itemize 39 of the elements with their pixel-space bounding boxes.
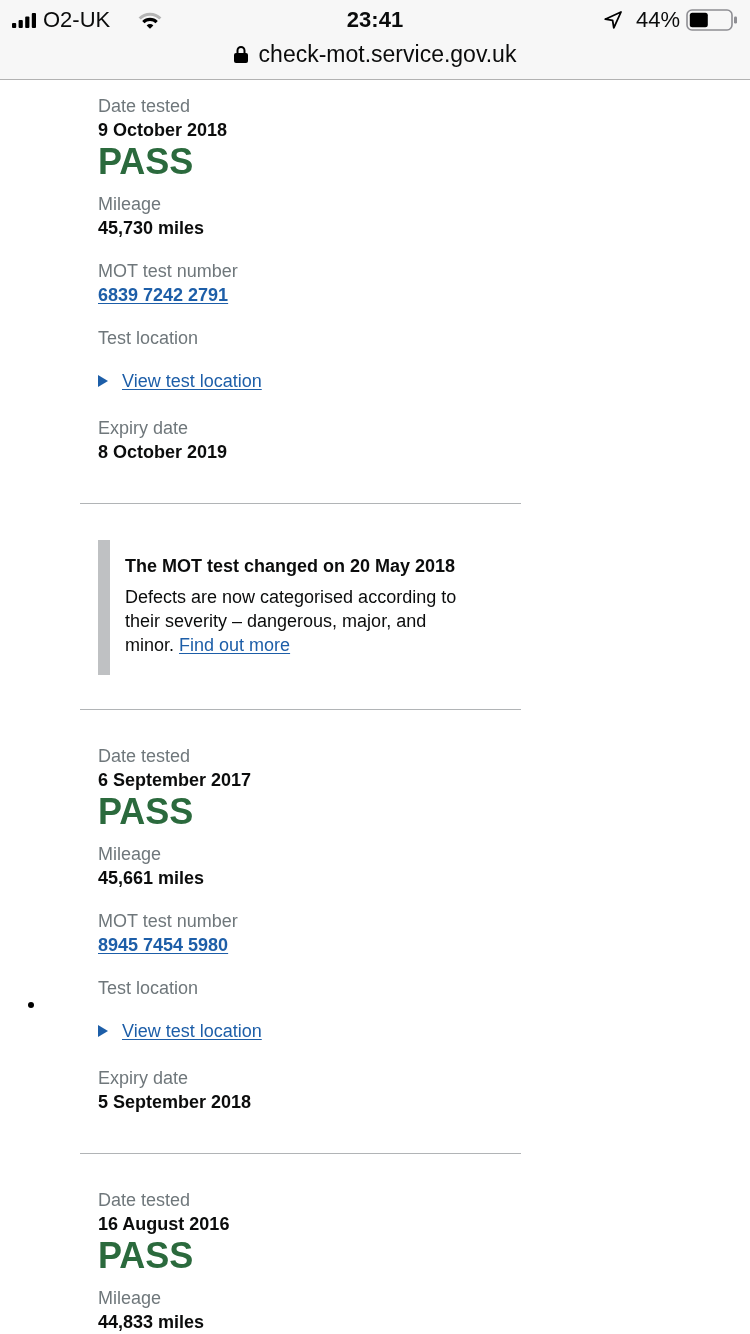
test-number-link[interactable]: 6839 7242 2791 bbox=[98, 283, 229, 307]
field-value: 44,833 miles bbox=[98, 1311, 205, 1334]
field-label: Test location bbox=[98, 327, 199, 350]
field-label: Date tested bbox=[98, 745, 191, 768]
test-number-link[interactable]: 8945 7454 5980 bbox=[98, 933, 229, 957]
notice-title: The MOT test changed on 20 May 2018 bbox=[125, 555, 456, 578]
notice-text: Defects are now categorised according to their severity – dangerous, major, and minor. Find out more bbox=[125, 586, 458, 657]
result-status: PASS bbox=[98, 1236, 194, 1276]
field-value: 16 August 2016 bbox=[98, 1213, 230, 1236]
signal-icon bbox=[12, 12, 36, 28]
field-label: Mileage bbox=[98, 843, 162, 866]
battery-percentage: 44% bbox=[635, 7, 680, 33]
field-label: Mileage bbox=[98, 1287, 162, 1310]
lock-icon bbox=[233, 45, 248, 63]
result-status: PASS bbox=[98, 792, 194, 832]
find-out-more-link[interactable]: Find out more bbox=[179, 635, 291, 655]
field-value: 45,661 miles bbox=[98, 867, 205, 890]
location-toggle[interactable]: View test location bbox=[98, 1019, 262, 1043]
field-value: 45,730 miles bbox=[98, 217, 205, 240]
field-value: 5 September 2018 bbox=[98, 1091, 252, 1114]
field-label: Mileage bbox=[98, 193, 162, 216]
field-label: Date tested bbox=[98, 1189, 191, 1212]
url-text[interactable]: check-mot.service.gov.uk bbox=[258, 40, 517, 68]
field-label: MOT test number bbox=[98, 260, 238, 283]
battery-icon bbox=[686, 9, 738, 31]
result-status: PASS bbox=[98, 142, 194, 182]
field-label: Date tested bbox=[98, 95, 191, 118]
field-value: 6 September 2017 bbox=[98, 769, 252, 792]
carrier-name: O2-UK bbox=[43, 7, 111, 33]
field-label: Expiry date bbox=[98, 417, 189, 440]
field-label: MOT test number bbox=[98, 910, 238, 933]
location-arrow-icon bbox=[603, 11, 622, 29]
field-value: 9 October 2018 bbox=[98, 119, 228, 142]
location-toggle[interactable]: View test location bbox=[98, 369, 262, 393]
field-label: Test location bbox=[98, 977, 199, 1000]
clock-time: 23:41 bbox=[346, 7, 404, 33]
wifi-icon bbox=[138, 11, 163, 29]
field-label: Expiry date bbox=[98, 1067, 189, 1090]
field-value: 8 October 2019 bbox=[98, 441, 228, 464]
